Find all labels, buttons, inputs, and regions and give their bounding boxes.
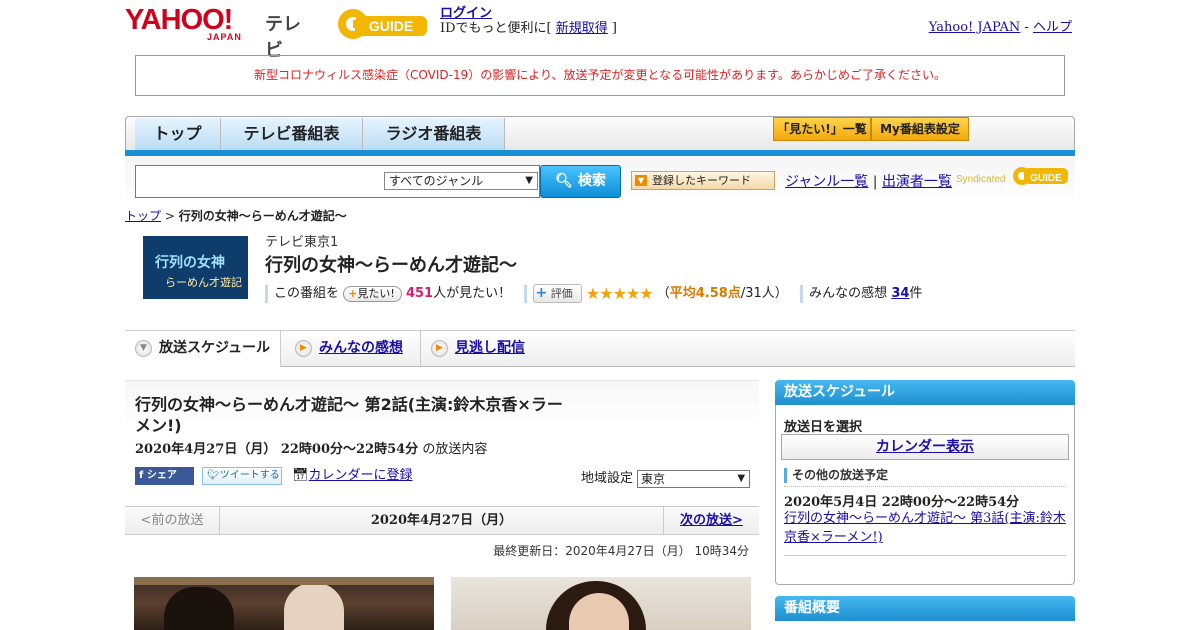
prev-broadcast-button[interactable]: <前の放送 [125, 507, 220, 534]
twitter-icon: 🐦︎ [207, 470, 220, 481]
facebook-share-button[interactable]: f シェア [135, 467, 194, 485]
want-count: 451 [405, 286, 434, 301]
calendar-display-button[interactable]: カレンダー表示 [781, 434, 1069, 460]
rating-stars: ★★★★★ [585, 284, 654, 303]
covid-notice: 新型コロナウィルス感染症（COVID-19）の影響により、放送予定が変更となる可… [135, 55, 1065, 96]
dropdown-arrow-icon: ▼ [737, 472, 746, 484]
thumbnail-subtitle: らーめん才遊記 [165, 276, 242, 289]
search-button[interactable]: 🔍︎ 検索 [540, 165, 621, 198]
tab-missed-streaming[interactable]: ▶ 見逃し配信 [420, 331, 550, 367]
tab-tv-schedule[interactable]: テレビ番組表 [221, 118, 363, 151]
plus-icon: + [535, 285, 548, 301]
genre-links: ジャンル一覧 | 出演者一覧 [785, 174, 952, 190]
divider [784, 555, 1066, 556]
date-navigation: <前の放送 2020年4月27日（月） 次の放送> [125, 506, 759, 535]
main-nav: トップ テレビ番組表 ラジオ番組表 「見たい!」一覧 My番組表設定 [125, 116, 1075, 154]
login-message: IDでもっと便利に[ 新規取得 ] [440, 21, 617, 36]
rating-count: /31人） [740, 286, 788, 301]
share-row: f シェア 🐦︎ツイートする 📅︎カレンダーに登録 [135, 467, 413, 485]
genre-list-link[interactable]: ジャンル一覧 [785, 174, 868, 190]
want-to-watch-button[interactable]: +見たい! [343, 285, 402, 302]
rating-average: 平均4.58点 [669, 286, 741, 301]
play-icon: ▶ [295, 340, 312, 357]
rating-button[interactable]: + 評価 [532, 284, 582, 303]
region-setting: 地域設定 東京 ▼ [581, 467, 751, 488]
gguide-logo[interactable]: GUIDE [335, 6, 433, 42]
svg-text:GUIDE: GUIDE [1030, 173, 1062, 184]
other-broadcast-link[interactable]: 行列の女神～らーめん才遊記～ 第3話(主演:鈴木京香×ラーメン!) [784, 509, 1066, 547]
breadcrumb-top-link[interactable]: トップ [125, 209, 161, 223]
schedule-sidebar-header: 放送スケジュール [775, 380, 1075, 405]
calendar-icon: 📅︎ [292, 468, 309, 483]
registered-keyword-button[interactable]: ▼ 登録したキーワード [631, 171, 775, 190]
play-icon: ▶ [431, 340, 448, 357]
other-schedule-heading: その他の放送予定 [784, 466, 1066, 487]
genre-select[interactable]: すべてのジャンル ▼ [384, 172, 538, 190]
mitai-list-button[interactable]: 「見たい!」一覧 [773, 117, 871, 141]
facebook-icon: f [139, 470, 144, 481]
next-broadcast-link[interactable]: 次の放送> [663, 507, 759, 534]
top-links: Yahoo! JAPAN - ヘルプ [928, 20, 1072, 35]
calendar-register[interactable]: 📅︎カレンダーに登録 [292, 467, 413, 485]
my-schedule-settings-button[interactable]: My番組表設定 [871, 117, 969, 141]
episode-photo-1[interactable] [134, 577, 434, 630]
select-date-label: 放送日を選択 [784, 420, 863, 435]
yahoo-tv-logo[interactable]: YAHOO! JAPAN テレビ [125, 6, 315, 62]
region-select[interactable]: 東京 ▼ [637, 469, 751, 488]
last-updated: 最終更新日：2020年4月27日（月） 10時34分 [493, 544, 749, 558]
genre-selected: すべてのジャンル [389, 174, 484, 188]
logo-japan: JAPAN [207, 32, 242, 42]
tab-impressions[interactable]: ▶ みんなの感想 [285, 331, 415, 367]
divider [265, 284, 268, 303]
breadcrumb: トップ > 行列の女神～らーめん才遊記～ [125, 209, 347, 223]
tab-top[interactable]: トップ [135, 118, 221, 151]
divider [523, 284, 527, 303]
help-link[interactable]: ヘルプ [1033, 20, 1072, 35]
divider [800, 284, 804, 303]
episode-title: 行列の女神～らーめん才遊記～ 第2話(主演:鈴木京香×ラーメン!) [135, 395, 563, 435]
channel-name: テレビ東京1 [265, 235, 339, 250]
login-area: ログイン IDでもっと便利に[ 新規取得 ] [440, 6, 617, 36]
thumbnail-title: 行列の女神 [155, 255, 225, 271]
svg-text:Syndicated: Syndicated [956, 174, 1005, 185]
episode-datetime: 2020年4月27日（月） 22時00分～22時54分 の放送内容 [135, 442, 488, 457]
tab-broadcast-schedule[interactable]: ▼ 放送スケジュール [125, 331, 281, 367]
search-icon: 🔍︎ [555, 173, 573, 189]
other-broadcast-date: 2020年5月4日 22時00分～22時54分 [784, 495, 1020, 510]
tweet-button[interactable]: 🐦︎ツイートする [202, 467, 282, 485]
syndicated-gguide-logo: Syndicated GUIDE [956, 167, 1068, 185]
episode-photo-2[interactable] [451, 577, 751, 630]
current-date: 2020年4月27日（月） [370, 513, 513, 528]
program-subtabs: ▼ 放送スケジュール ▶ みんなの感想 ▶ 見逃し配信 [125, 330, 1075, 367]
gguide-text: GUIDE [369, 18, 413, 34]
login-link[interactable]: ログイン [440, 6, 492, 21]
tab-radio-schedule[interactable]: ラジオ番組表 [363, 118, 505, 151]
overview-sidebar-header: 番組概要 [775, 596, 1075, 621]
program-title: 行列の女神～らーめん才遊記～ [265, 255, 517, 276]
program-thumbnail: 行列の女神 らーめん才遊記 [143, 236, 248, 299]
dropdown-arrow-icon: ▼ [525, 175, 533, 186]
performer-list-link[interactable]: 出演者一覧 [882, 174, 952, 190]
register-link[interactable]: 新規取得 [556, 21, 608, 36]
plus-icon: + [348, 286, 358, 300]
breadcrumb-current: 行列の女神～らーめん才遊記～ [178, 209, 347, 223]
triangle-icon: ▼ [635, 175, 647, 186]
comments-count-link[interactable]: 34 [891, 286, 909, 301]
yahoo-japan-link[interactable]: Yahoo! JAPAN [929, 20, 1021, 35]
program-stats: この番組を +見たい! 451人が見たい！ + 評価 ★★★★★ （平均4.58… [265, 282, 922, 303]
chevron-down-icon: ▼ [135, 340, 152, 357]
